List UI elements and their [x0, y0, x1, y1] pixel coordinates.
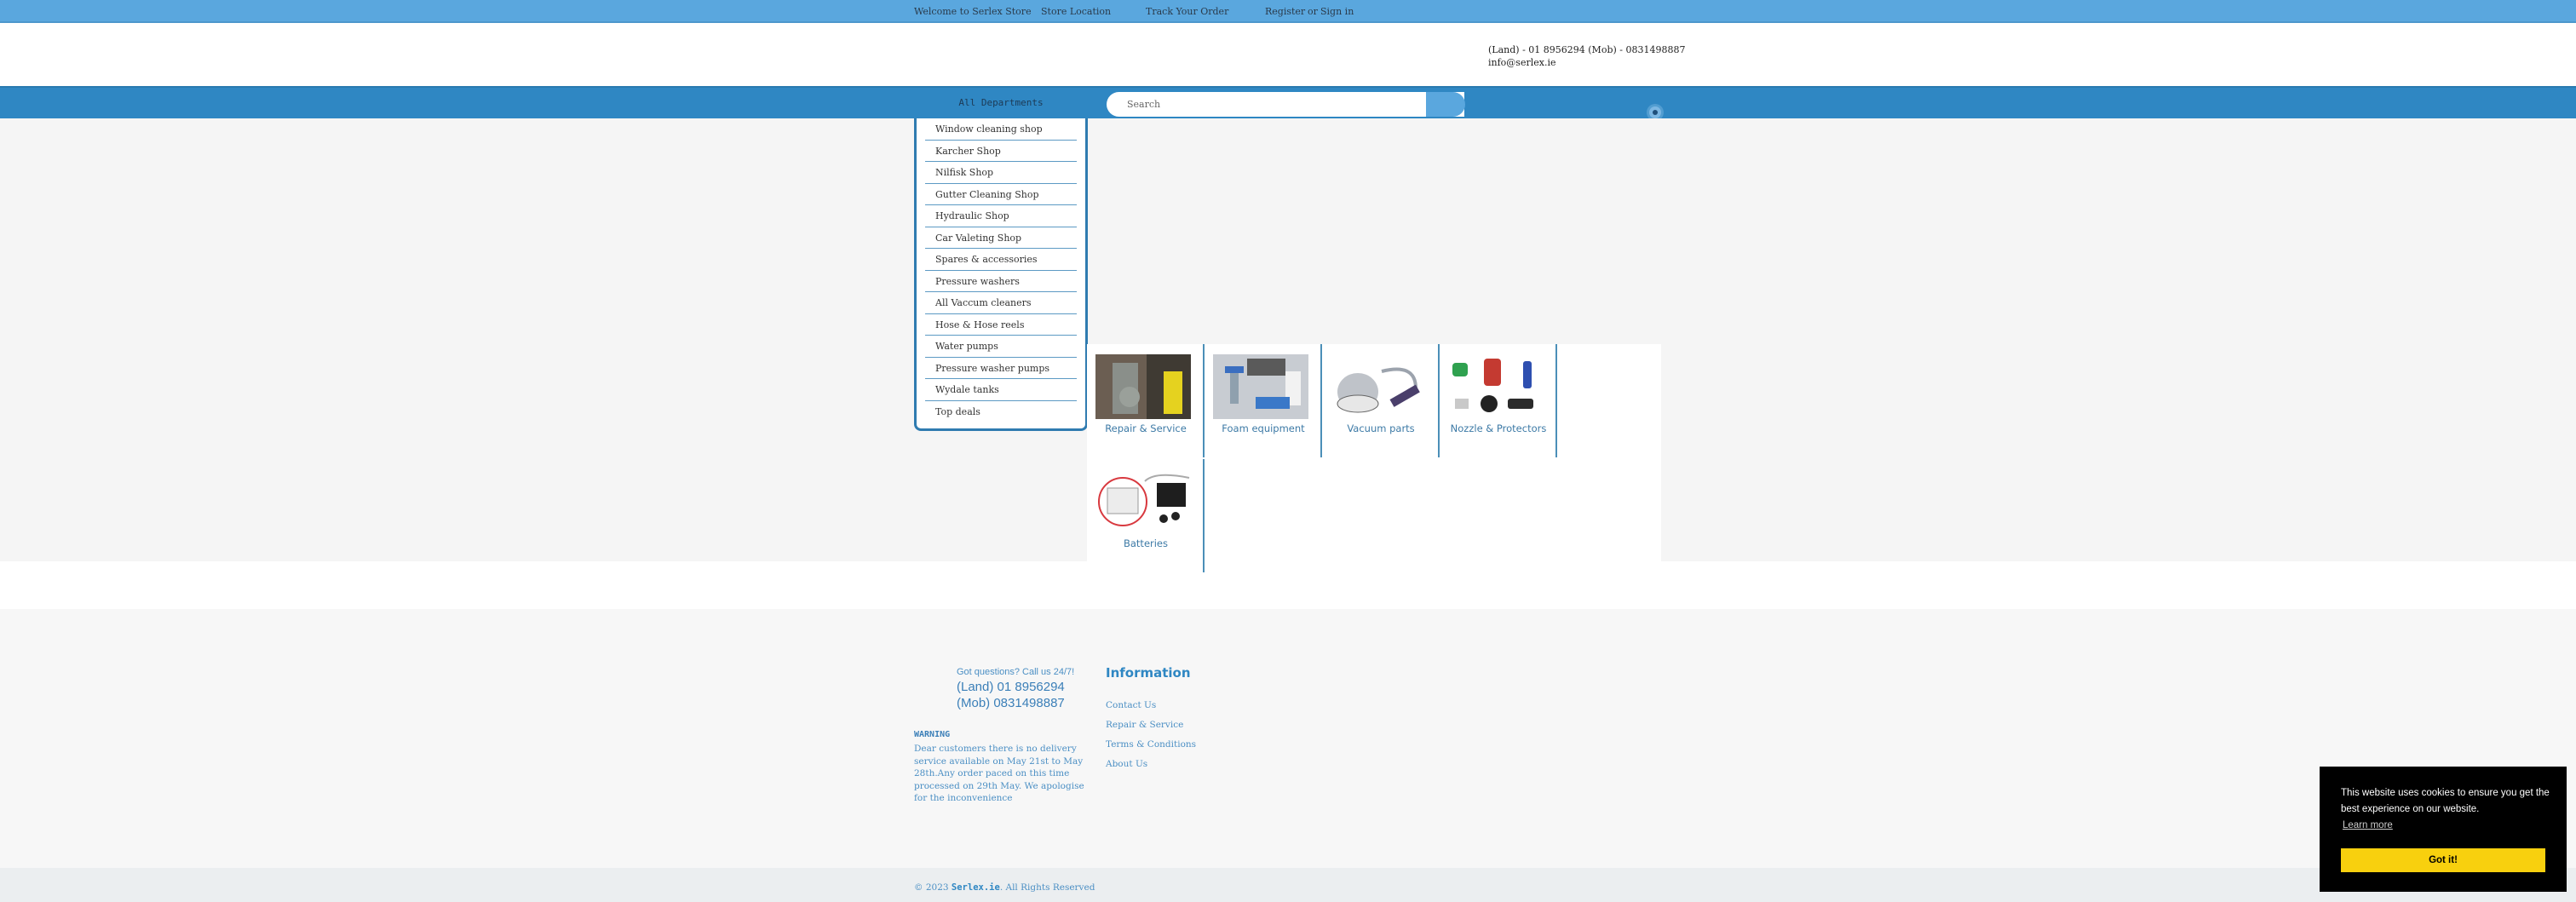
- footer-link-terms[interactable]: Terms & Conditions: [1106, 739, 1196, 750]
- category-label: Foam equipment: [1222, 422, 1305, 434]
- category-label: Batteries: [1123, 537, 1169, 549]
- footer: [0, 609, 2576, 868]
- cart-icon[interactable]: [1649, 106, 1661, 118]
- department-item[interactable]: All Vaccum cleaners: [925, 292, 1077, 314]
- batteries-image: [1095, 469, 1191, 534]
- information-heading: Information: [1106, 665, 1191, 681]
- warning-title: WARNING: [914, 730, 951, 739]
- department-item[interactable]: Hose & Hose reels: [925, 314, 1077, 336]
- department-item[interactable]: Wydale tanks: [925, 379, 1077, 401]
- search-button[interactable]: [1426, 92, 1465, 117]
- department-item[interactable]: Window cleaning shop: [925, 118, 1077, 141]
- copyright-suffix: . All Rights Reserved: [999, 882, 1095, 893]
- category-grid: Repair & Service Foam equipment Vacuum par…: [1087, 344, 1661, 572]
- footer-phone-mob: (Mob) 0831498887: [957, 696, 1065, 710]
- learn-more-link[interactable]: Learn more: [2343, 820, 2393, 830]
- footer-link-about-us[interactable]: About Us: [1106, 759, 1147, 769]
- nozzle-protectors-image: [1448, 354, 1544, 419]
- category-divider: [1203, 459, 1205, 572]
- sign-in-link[interactable]: Sign in: [1320, 6, 1354, 17]
- vacuum-parts-image: [1331, 354, 1426, 419]
- contact-phone: (Land) - 01 8956294 (Mob) - 0831498887: [1488, 44, 1686, 55]
- track-order-link[interactable]: Track Your Order: [1146, 6, 1228, 17]
- department-item[interactable]: Spares & accessories: [925, 249, 1077, 271]
- departments-menu: Window cleaning shop Karcher Shop Nilfisk …: [914, 118, 1088, 431]
- category-label: Vacuum parts: [1347, 422, 1415, 434]
- department-item[interactable]: Pressure washer pumps: [925, 358, 1077, 379]
- department-item[interactable]: Pressure washers: [925, 271, 1077, 292]
- category-tile[interactable]: Foam equipment: [1205, 344, 1322, 457]
- category-divider: [1555, 344, 1557, 457]
- foam-equipment-image: [1213, 354, 1308, 419]
- category-tile[interactable]: Vacuum parts: [1322, 344, 1440, 457]
- header-contact: (Land) - 01 8956294 (Mob) - 0831498887 i…: [1488, 43, 1685, 69]
- cookie-accept-button[interactable]: Got it!: [2341, 848, 2545, 872]
- department-item[interactable]: Gutter Cleaning Shop: [925, 184, 1077, 205]
- footer-questions: Got questions? Call us 24/7!: [957, 667, 1075, 677]
- department-item[interactable]: Top deals: [925, 401, 1077, 423]
- store-location-link[interactable]: Store Location: [1041, 6, 1111, 17]
- department-item[interactable]: Water pumps: [925, 336, 1077, 358]
- footer-link-repair-service[interactable]: Repair & Service: [1106, 720, 1183, 730]
- search-input[interactable]: [1107, 92, 1464, 117]
- cookie-banner: This website uses cookies to ensure you …: [2320, 767, 2567, 892]
- welcome-text: Welcome to Serlex Store: [914, 6, 1032, 17]
- department-item[interactable]: Hydraulic Shop: [925, 205, 1077, 227]
- cookie-message: This website uses cookies to ensure you …: [2341, 788, 2550, 814]
- category-tile[interactable]: Nozzle & Protectors: [1440, 344, 1557, 457]
- footer-phone-land: (Land) 01 8956294: [957, 680, 1065, 694]
- copyright-brand-link[interactable]: Serlex.ie: [952, 882, 1000, 893]
- footer-link-contact-us[interactable]: Contact Us: [1106, 700, 1156, 710]
- department-item[interactable]: Nilfisk Shop: [925, 162, 1077, 184]
- all-departments-button[interactable]: All Departments: [914, 88, 1088, 118]
- cart-count-badge: [1653, 110, 1658, 115]
- department-item[interactable]: Car Valeting Shop: [925, 227, 1077, 249]
- copyright-text: © 2023 Serlex.ie. All Rights Reserved: [914, 882, 1095, 893]
- warning-text: Dear customers there is no delivery serv…: [914, 744, 1084, 803]
- category-label: Nozzle & Protectors: [1450, 422, 1547, 434]
- department-item[interactable]: Karcher Shop: [925, 141, 1077, 162]
- category-tile[interactable]: Repair & Service: [1087, 344, 1205, 457]
- category-tile[interactable]: Batteries: [1087, 459, 1205, 572]
- copyright-prefix: © 2023: [914, 882, 949, 893]
- or-text: or: [1308, 6, 1318, 17]
- copyright-bar: [0, 868, 2576, 902]
- contact-email[interactable]: info@serlex.ie: [1488, 56, 1685, 69]
- category-label: Repair & Service: [1105, 422, 1187, 434]
- header: (Land) - 01 8956294 (Mob) - 0831498887 i…: [0, 23, 2576, 86]
- search-box: [1107, 92, 1464, 117]
- nav-bar: All Departments: [0, 86, 2576, 118]
- register-link[interactable]: Register: [1265, 6, 1305, 17]
- repair-service-image: [1095, 354, 1191, 419]
- top-bar: Welcome to Serlex Store Store Location T…: [0, 0, 2576, 23]
